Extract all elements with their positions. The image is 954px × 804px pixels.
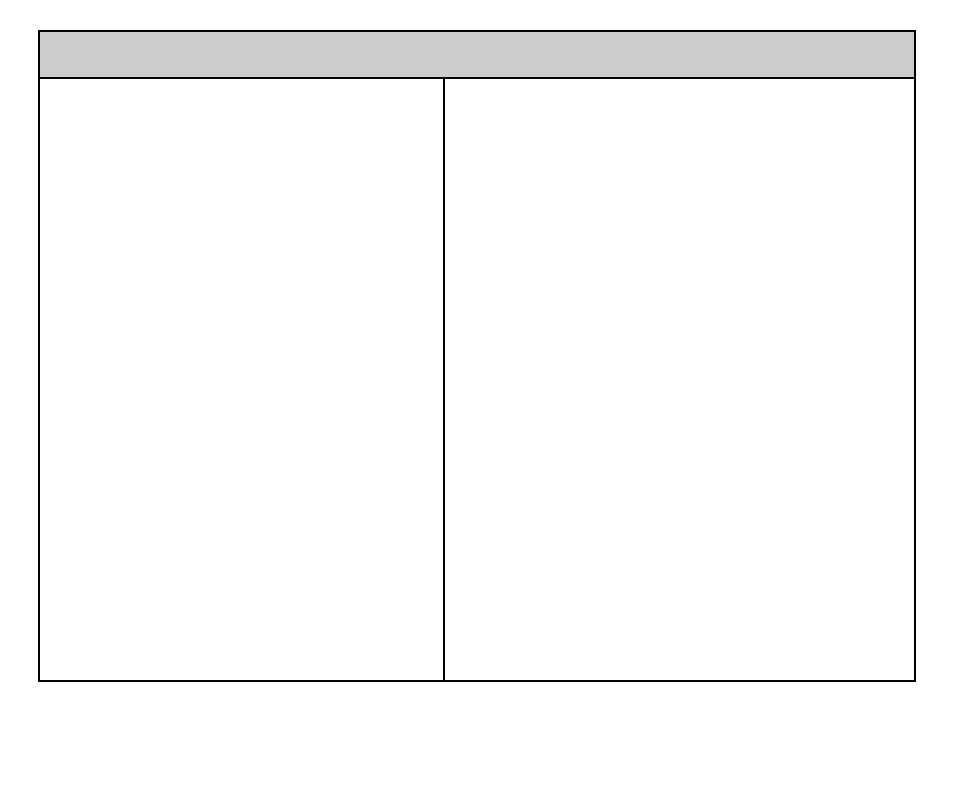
table-container [38, 30, 916, 682]
table-header-row [40, 32, 914, 79]
table-right-cell [445, 79, 914, 680]
table-left-cell [40, 79, 445, 680]
table-body-row [40, 79, 914, 680]
